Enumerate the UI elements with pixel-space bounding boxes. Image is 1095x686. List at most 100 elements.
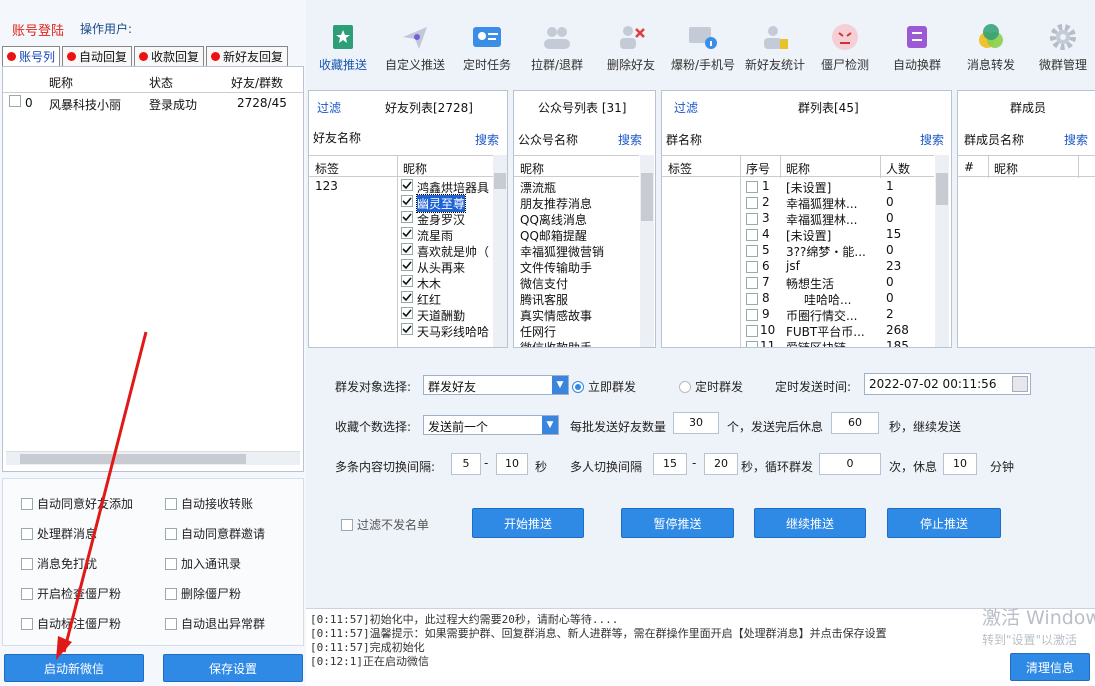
target-select[interactable]: 群发好友 ▼ [423, 375, 569, 395]
list-item[interactable]: 朋友推荐消息 [520, 195, 592, 212]
table-row[interactable]: 8 哇哈哈... 0 [740, 291, 934, 307]
datetime-picker[interactable]: 2022-07-02 00:11:56 [864, 373, 1031, 395]
checkbox[interactable] [746, 277, 758, 289]
radio-send-timed[interactable]: 定时群发 [679, 378, 743, 395]
group-filter-link[interactable]: 过滤 [674, 99, 698, 116]
rest-minutes-input[interactable]: 10 [943, 453, 977, 475]
stop-push-button[interactable]: 停止推送 [887, 508, 1001, 538]
checkbox[interactable] [165, 557, 177, 570]
toolbar-boost-phone[interactable]: 爆粉/手机号 [664, 20, 742, 78]
tag-item[interactable]: 123 [315, 179, 338, 193]
list-item[interactable]: 真实情感故事 [520, 307, 592, 324]
list-item[interactable]: 天马彩线哈哈 [401, 323, 489, 340]
radio-icon[interactable] [572, 380, 584, 393]
row-checkbox[interactable] [9, 95, 21, 107]
chevron-down-icon[interactable]: ▼ [552, 376, 568, 394]
checkbox[interactable] [165, 587, 177, 600]
official-search-button[interactable]: 搜索 [618, 131, 642, 148]
vertical-scrollbar[interactable] [935, 155, 949, 347]
opt-auto-accept-group-invite[interactable]: 自动同意群邀请 [165, 525, 265, 542]
calendar-icon[interactable] [1012, 376, 1028, 392]
user-to-input[interactable]: 20 [704, 453, 738, 475]
radio-icon[interactable] [679, 380, 691, 393]
list-item[interactable]: 微信收款助手 [520, 339, 592, 347]
toolbar-pull-exit-group[interactable]: 拉群/退群 [518, 20, 596, 78]
list-item[interactable]: 微信支付 [520, 275, 568, 292]
checkbox[interactable] [401, 211, 413, 223]
checkbox[interactable] [401, 323, 413, 335]
checkbox[interactable] [746, 181, 758, 193]
opt-auto-exit-abnormal-group[interactable]: 自动退出异常群 [165, 615, 265, 632]
list-item[interactable]: 腾讯客服 [520, 291, 568, 308]
list-item[interactable]: 红红 [401, 291, 441, 308]
chevron-down-icon[interactable]: ▼ [542, 416, 558, 434]
tab-new-friend-reply[interactable]: 新好友回复 [206, 46, 289, 66]
checkbox[interactable] [21, 617, 33, 630]
table-row[interactable]: 2 幸福狐狸林... 0 [740, 195, 934, 211]
checkbox[interactable] [21, 527, 33, 540]
friend-filter-link[interactable]: 过滤 [317, 99, 341, 116]
toolbar-custom-push[interactable]: 自定义推送 [376, 20, 454, 78]
clear-log-button[interactable]: 清理信息 [1010, 653, 1090, 681]
toolbar-delete-friend[interactable]: 删除好友 [592, 20, 670, 78]
table-row[interactable]: 1 [未设置] 1 [740, 179, 934, 195]
table-row[interactable]: 6 jsf 23 [740, 259, 934, 275]
fav-count-select[interactable]: 发送前一个 ▼ [423, 415, 559, 435]
checkbox[interactable] [746, 229, 758, 241]
checkbox[interactable] [401, 307, 413, 319]
list-item[interactable]: 喜欢就是帅（ [401, 243, 489, 260]
table-row[interactable]: 0 风暴科技小丽 登录成功 2728/45 [3, 93, 303, 112]
rest-seconds-input[interactable]: 60 [831, 412, 879, 434]
list-item[interactable]: 幽灵至尊 [401, 194, 467, 213]
table-row[interactable]: 11 爱链区块链 185 [740, 339, 934, 347]
scroll-thumb[interactable] [494, 173, 506, 189]
toolbar-auto-switch-group[interactable]: 自动换群 [878, 20, 956, 78]
checkbox[interactable] [746, 197, 758, 209]
checkbox[interactable] [746, 213, 758, 225]
list-item[interactable]: QQ邮箱提醒 [520, 227, 587, 244]
checkbox[interactable] [21, 587, 33, 600]
start-push-button[interactable]: 开始推送 [472, 508, 584, 538]
scroll-thumb[interactable] [936, 173, 948, 205]
opt-delete-zombie[interactable]: 删除僵尸粉 [165, 585, 241, 602]
list-item[interactable]: 从头再来 [401, 259, 465, 276]
radio-send-now[interactable]: 立即群发 [572, 378, 636, 395]
tab-payment-reply[interactable]: 收款回复 [134, 46, 205, 66]
toolbar-group-manage[interactable]: 微群管理 [1024, 20, 1095, 78]
list-item[interactable]: 文件传输助手 [520, 259, 592, 276]
table-row[interactable]: 3 幸福狐狸林... 0 [740, 211, 934, 227]
checkbox[interactable] [401, 291, 413, 303]
checkbox[interactable] [165, 617, 177, 630]
list-item[interactable]: QQ离线消息 [520, 211, 587, 228]
loop-count-input[interactable]: 0 [819, 453, 881, 475]
vertical-scrollbar[interactable] [640, 155, 654, 347]
checkbox[interactable] [746, 309, 758, 321]
filter-blacklist-checkbox[interactable]: 过滤不发名单 [341, 516, 429, 533]
list-item[interactable]: 木木 [401, 275, 441, 292]
checkbox[interactable] [401, 275, 413, 287]
list-item[interactable]: 漂流瓶 [520, 179, 556, 196]
save-settings-button[interactable]: 保存设置 [163, 654, 303, 682]
checkbox[interactable] [341, 518, 353, 531]
checkbox[interactable] [165, 497, 177, 510]
table-row[interactable]: 5 3??绵梦・能... 0 [740, 243, 934, 259]
table-row[interactable]: 4 [未设置] 15 [740, 227, 934, 243]
tab-account-list[interactable]: 账号列 [2, 46, 61, 66]
multi-from-input[interactable]: 5 [451, 453, 481, 475]
list-item[interactable]: 金身罗汉 [401, 211, 465, 228]
pause-push-button[interactable]: 暂停推送 [621, 508, 734, 538]
checkbox[interactable] [746, 293, 758, 305]
table-row[interactable]: 7 畅想生活 0 [740, 275, 934, 291]
checkbox[interactable] [746, 245, 758, 257]
scroll-thumb[interactable] [641, 173, 653, 221]
checkbox[interactable] [746, 325, 758, 337]
toolbar-new-friend-stats[interactable]: 新好友统计 [736, 20, 814, 78]
toolbar-fav-push[interactable]: 收藏推送 [304, 20, 382, 78]
checkbox[interactable] [401, 195, 413, 207]
tab-auto-reply[interactable]: 自动回复 [62, 46, 133, 66]
batch-count-input[interactable]: 30 [673, 412, 719, 434]
list-item[interactable]: 鸿鑫烘培器具 [401, 179, 489, 196]
resume-push-button[interactable]: 继续推送 [754, 508, 866, 538]
group-search-button[interactable]: 搜索 [920, 131, 944, 148]
checkbox[interactable] [746, 341, 758, 347]
